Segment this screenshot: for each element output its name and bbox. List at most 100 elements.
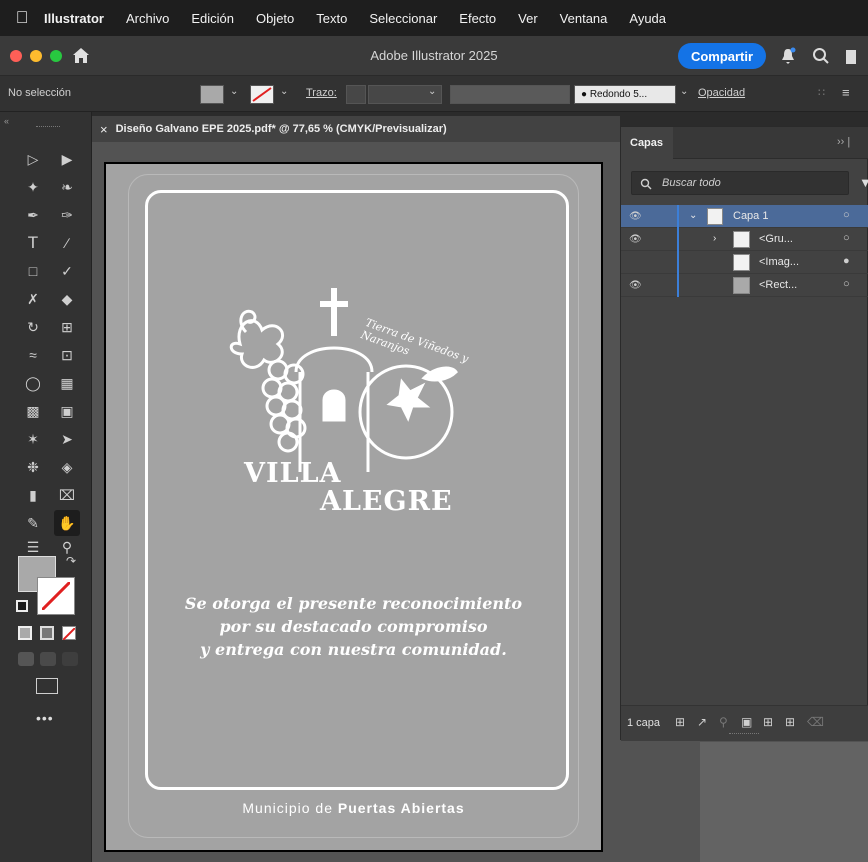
target-icon[interactable]: ○ <box>843 278 850 290</box>
close-tab-icon[interactable]: × <box>100 122 108 137</box>
menu-edicion[interactable]: Edición <box>180 11 245 26</box>
menu-objeto[interactable]: Objeto <box>245 11 305 26</box>
gradient-tool-icon[interactable]: ▣ <box>54 398 80 424</box>
tab-capas[interactable]: Capas <box>621 127 673 159</box>
draw-behind-icon[interactable] <box>40 652 56 666</box>
menu-app-name[interactable]: Illustrator <box>44 11 115 26</box>
curvature-tool-icon[interactable]: ✑ <box>54 202 80 228</box>
align-icon[interactable]: ∷ <box>818 86 825 99</box>
lasso-tool-icon[interactable]: ❧ <box>54 174 80 200</box>
eyedropper-tool-icon[interactable]: ✶ <box>20 426 46 452</box>
export-icon[interactable]: ⊞ <box>675 715 685 729</box>
menu-efecto[interactable]: Efecto <box>448 11 507 26</box>
stroke-stepper[interactable] <box>346 85 366 104</box>
direct-selection-tool-icon[interactable]: ▶ <box>54 146 80 172</box>
measure-tool-icon[interactable]: ➤ <box>54 426 80 452</box>
layer-thumbnail <box>733 231 750 248</box>
menu-ventana[interactable]: Ventana <box>549 11 619 26</box>
panel-toggle-icon[interactable] <box>846 50 856 64</box>
color-mode-icon[interactable] <box>18 626 32 640</box>
layer-row-image[interactable]: <Imag... ● <box>621 251 868 274</box>
chevron-down-icon[interactable]: ⌄ <box>680 86 688 97</box>
search-icon[interactable] <box>812 47 830 65</box>
width-tool-icon[interactable]: ≈ <box>20 342 46 368</box>
stroke-label[interactable]: Trazo: <box>306 87 337 99</box>
hand-tool-icon[interactable]: ✋ <box>54 510 80 536</box>
free-transform-tool-icon[interactable]: ⊡ <box>54 342 80 368</box>
rectangle-tool-icon[interactable]: □ <box>20 258 46 284</box>
eraser-tool-icon[interactable]: ◆ <box>54 286 80 312</box>
filter-icon[interactable]: ▼ <box>859 175 868 190</box>
shaper-tool-icon[interactable]: ✗ <box>20 286 46 312</box>
artboard[interactable]: Tierra de Viñedos y Naranjos VILLA ALEGR… <box>104 162 603 852</box>
gradient-mode-icon[interactable] <box>40 626 54 640</box>
chevron-down-icon[interactable]: ⌄ <box>230 86 238 97</box>
target-icon[interactable]: ○ <box>843 232 850 244</box>
layer-thumbnail <box>707 208 723 225</box>
chevron-down-icon[interactable]: ⌄ <box>428 86 436 97</box>
pen-tool-icon[interactable]: ✒ <box>20 202 46 228</box>
blend-tool-icon[interactable]: ❉ <box>20 454 46 480</box>
paintbrush-tool-icon[interactable]: ✓ <box>54 258 80 284</box>
apple-icon[interactable]:  <box>0 8 44 28</box>
perspective-grid-tool-icon[interactable]: ▦ <box>54 370 80 396</box>
trash-icon[interactable]: ⌫ <box>807 715 824 729</box>
chevron-down-icon[interactable]: ⌄ <box>280 86 288 97</box>
stroke-swatch[interactable] <box>250 85 274 104</box>
new-sublayer-icon[interactable]: ⊞ <box>763 715 773 729</box>
menu-archivo[interactable]: Archivo <box>115 11 180 26</box>
panel-menu-icon[interactable]: ›› | <box>837 136 850 148</box>
scale-tool-icon[interactable]: ⊞ <box>54 314 80 340</box>
rotate-tool-icon[interactable]: ↻ <box>20 314 46 340</box>
document-tab[interactable]: × Diseño Galvano EPE 2025.pdf* @ 77,65 %… <box>92 116 620 142</box>
layer-name: <Gru... <box>759 233 793 245</box>
magic-wand-icon[interactable]: ✦ <box>20 174 46 200</box>
opacity-label[interactable]: Opacidad <box>698 87 745 99</box>
menu-ver[interactable]: Ver <box>507 11 549 26</box>
layer-row-rect[interactable]: 👁 <Rect... ○ <box>621 274 868 297</box>
transform-icon[interactable]: ≡ <box>842 85 850 100</box>
layers-search-field[interactable]: Buscar todo <box>631 171 849 195</box>
bell-icon[interactable] <box>780 47 796 65</box>
layer-row-capa-1[interactable]: 👁 ⌄ Capa 1 ○ <box>621 205 868 228</box>
none-mode-icon[interactable] <box>62 626 76 641</box>
symbol-sprayer-tool-icon[interactable]: ◈ <box>54 454 80 480</box>
shape-builder-tool-icon[interactable]: ◯ <box>20 370 46 396</box>
type-tool-icon[interactable]: T <box>20 230 46 256</box>
chevron-right-icon[interactable]: › <box>713 233 716 244</box>
more-tools-icon[interactable]: ••• <box>36 710 54 726</box>
menu-ayuda[interactable]: Ayuda <box>618 11 677 26</box>
eye-icon[interactable]: 👁 <box>629 211 642 222</box>
screen-mode-icon[interactable] <box>36 678 58 694</box>
chevron-down-icon[interactable]: ⌄ <box>689 210 697 221</box>
locate-object-icon[interactable]: ⚲ <box>719 715 728 729</box>
collapse-toolbar-icon[interactable]: « <box>4 116 9 126</box>
panel-resize-grip[interactable] <box>729 733 759 735</box>
eye-icon[interactable]: 👁 <box>629 234 642 245</box>
share-button[interactable]: Compartir <box>678 43 766 69</box>
default-colors-icon[interactable] <box>16 600 28 612</box>
toolbar-grip[interactable] <box>36 126 60 128</box>
new-layer-icon[interactable]: ⊞ <box>785 715 795 729</box>
brush-definition[interactable]: ● Redondo 5... <box>574 85 676 104</box>
selection-tool-icon[interactable]: ▷ <box>20 146 46 172</box>
swap-colors-icon[interactable]: ↷ <box>66 554 76 568</box>
line-tool-icon[interactable]: ∕ <box>54 230 80 256</box>
slice-tool-icon[interactable]: ✎ <box>20 510 46 536</box>
menu-texto[interactable]: Texto <box>305 11 358 26</box>
menu-seleccionar[interactable]: Seleccionar <box>358 11 448 26</box>
layer-row-group[interactable]: 👁 › <Gru... ○ <box>621 228 868 251</box>
variable-width-profile[interactable] <box>450 85 570 104</box>
column-graph-tool-icon[interactable]: ▮ <box>20 482 46 508</box>
artboard-tool-icon[interactable]: ⌧ <box>54 482 80 508</box>
clipping-mask-icon[interactable]: ▣ <box>741 715 752 729</box>
draw-inside-icon[interactable] <box>62 652 78 666</box>
mesh-tool-icon[interactable]: ▩ <box>20 398 46 424</box>
target-icon[interactable]: ○ <box>843 209 850 221</box>
collect-export-icon[interactable]: ↗ <box>697 715 707 729</box>
eye-icon[interactable]: 👁 <box>629 280 642 291</box>
target-icon[interactable]: ● <box>843 255 850 267</box>
draw-normal-icon[interactable] <box>18 652 34 666</box>
fill-swatch[interactable] <box>200 85 224 104</box>
stroke-color-box[interactable] <box>37 577 75 615</box>
